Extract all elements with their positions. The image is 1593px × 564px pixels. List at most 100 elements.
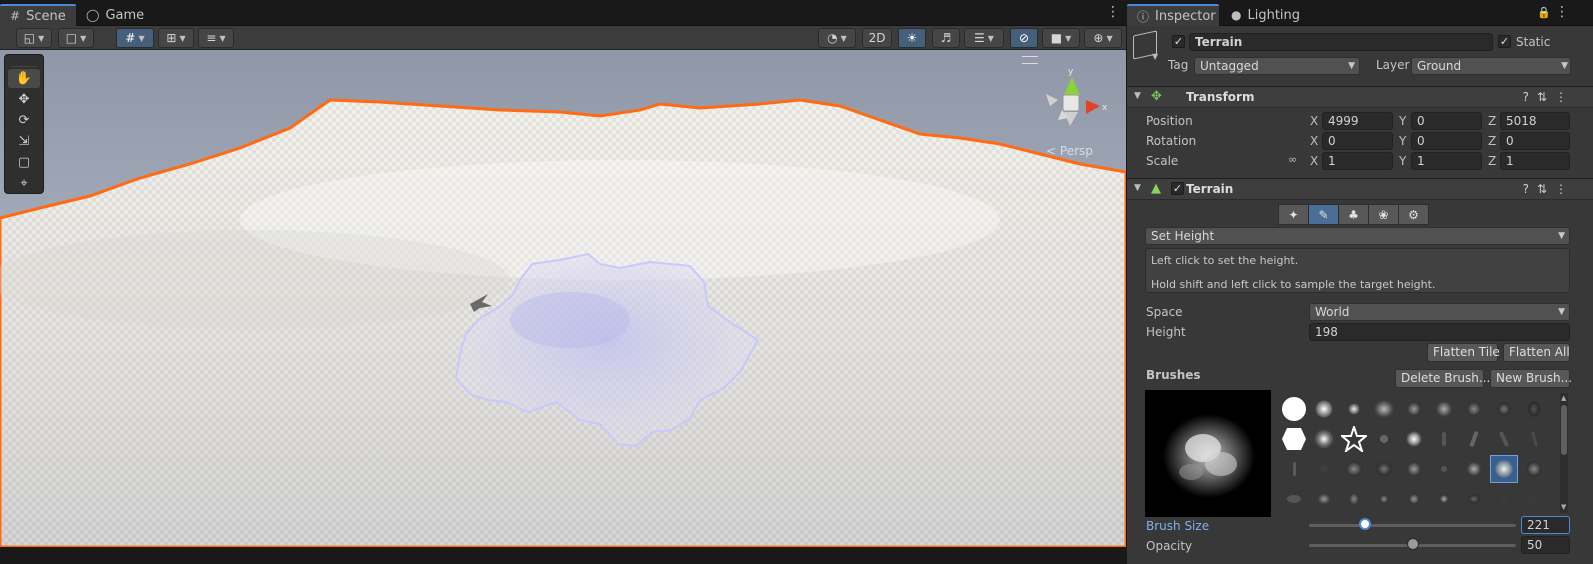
brush-dot-icon[interactable] xyxy=(1370,425,1398,453)
grid-visibility-dropdown[interactable]: ≡ ▼ xyxy=(198,28,234,48)
scale-y-field[interactable]: 1 xyxy=(1411,152,1482,170)
brush-faint-icon[interactable] xyxy=(1310,455,1338,483)
active-checkbox[interactable]: ✓ xyxy=(1172,35,1185,48)
brush-selected-cloud-icon[interactable] xyxy=(1490,455,1518,483)
rotation-x-field[interactable]: 0 xyxy=(1322,132,1393,150)
preset-icon[interactable]: ⇅ xyxy=(1537,90,1547,104)
object-name-field[interactable]: Terrain xyxy=(1189,33,1493,51)
transform-tool-icon[interactable]: ⌖ xyxy=(8,174,40,193)
position-y-field[interactable]: 0 xyxy=(1411,112,1482,130)
scale-x-field[interactable]: 1 xyxy=(1322,152,1393,170)
component-menu-icon[interactable]: ⋮ xyxy=(1555,182,1567,196)
paint-details-icon[interactable]: ❀ xyxy=(1368,204,1399,225)
inspector-more-menu-icon[interactable]: ⋮ xyxy=(1555,5,1569,19)
mode-2d-toggle[interactable]: 2D xyxy=(862,28,892,48)
height-field[interactable]: 198 xyxy=(1309,323,1570,341)
paint-trees-icon[interactable]: ♣ xyxy=(1338,204,1369,225)
rotate-tool-icon[interactable]: ⟳ xyxy=(8,111,40,130)
constrain-proportions-icon[interactable]: ∞ xyxy=(1288,153,1297,166)
brush-line-icon[interactable] xyxy=(1520,425,1548,453)
static-checkbox[interactable]: ✓ xyxy=(1498,35,1511,48)
scrollbar-thumb[interactable] xyxy=(1561,405,1567,455)
brush-cloud-icon[interactable] xyxy=(1370,395,1398,423)
brush-size-field[interactable]: 221 xyxy=(1521,516,1570,534)
brush-chip-icon[interactable] xyxy=(1430,485,1458,513)
new-brush-button[interactable]: New Brush... xyxy=(1490,369,1572,388)
layer-dropdown[interactable]: Ground ▼ xyxy=(1411,57,1571,75)
scene-viewport[interactable]: y x xyxy=(0,50,1126,547)
brush-swirl-icon[interactable] xyxy=(1280,485,1308,513)
shading-mode-dropdown[interactable]: ◔ ▼ xyxy=(818,28,856,48)
gizmos-dropdown[interactable]: ⊕ ▼ xyxy=(1084,28,1122,48)
scroll-up-icon[interactable]: ▲ xyxy=(1561,394,1566,402)
brush-patch-icon[interactable] xyxy=(1400,455,1428,483)
brush-spray-icon[interactable] xyxy=(1400,485,1428,513)
flatten-all-button[interactable]: Flatten All xyxy=(1503,343,1570,362)
grid-snapping-toggle[interactable]: # ▼ xyxy=(116,28,154,48)
position-z-field[interactable]: 5018 xyxy=(1500,112,1570,130)
space-dropdown[interactable]: World ▼ xyxy=(1309,303,1570,321)
flatten-tile-button[interactable]: Flatten Tile xyxy=(1427,343,1500,362)
brush-glow-icon[interactable] xyxy=(1400,425,1428,453)
scene-more-menu-icon[interactable]: ⋮ xyxy=(1106,5,1120,19)
position-x-field[interactable]: 4999 xyxy=(1322,112,1393,130)
scroll-down-icon[interactable]: ▼ xyxy=(1561,503,1566,511)
tab-scene[interactable]: # Scene xyxy=(0,4,76,26)
opacity-field[interactable]: 50 xyxy=(1521,536,1570,554)
brush-noise-icon[interactable] xyxy=(1400,395,1428,423)
help-icon[interactable]: ? xyxy=(1523,90,1529,104)
audio-toggle[interactable]: ♬ xyxy=(932,28,960,48)
fold-arrow-icon[interactable]: ▼ xyxy=(1134,183,1141,193)
effects-dropdown[interactable]: ☰ ▼ xyxy=(964,28,1004,48)
brush-rock-icon[interactable] xyxy=(1340,455,1368,483)
brush-soft-circle-icon[interactable] xyxy=(1310,395,1338,423)
lighting-toggle[interactable]: ☀ xyxy=(898,28,926,48)
brush-drop-icon[interactable] xyxy=(1370,485,1398,513)
brush-grunge-icon[interactable] xyxy=(1370,455,1398,483)
palette-grip[interactable] xyxy=(11,57,37,67)
create-neighbor-icon[interactable]: ✦ xyxy=(1278,204,1309,225)
terrain-header[interactable]: ▼ ▲ ✓ Terrain ? ⇅ ⋮ xyxy=(1127,178,1593,200)
brush-splat-icon[interactable] xyxy=(1430,395,1458,423)
brush-streak-icon[interactable] xyxy=(1520,395,1548,423)
brush-hexagon-icon[interactable] xyxy=(1280,425,1308,453)
rotation-z-field[interactable]: 0 xyxy=(1500,132,1570,150)
brush-mottle-icon[interactable] xyxy=(1460,455,1488,483)
help-icon[interactable]: ? xyxy=(1523,182,1529,196)
brush-size-slider-knob[interactable] xyxy=(1358,518,1371,530)
brush-star-outline-icon[interactable] xyxy=(1340,425,1368,453)
draw-mode-dropdown[interactable]: ◱ ▼ xyxy=(16,28,52,48)
terrain-tool-mode-dropdown[interactable]: Set Height ▼ xyxy=(1145,227,1570,245)
brush-twig-icon[interactable] xyxy=(1490,425,1518,453)
rect-tool-icon[interactable]: ▢ xyxy=(8,153,40,172)
transform-header[interactable]: ▼ ✥ Transform ? ⇅ ⋮ xyxy=(1127,86,1593,108)
brush-speck-icon[interactable] xyxy=(1430,455,1458,483)
tab-lighting[interactable]: ● Lighting xyxy=(1221,4,1311,26)
brush-grid-scrollbar[interactable] xyxy=(1560,393,1568,513)
brush-clump-icon[interactable] xyxy=(1340,485,1368,513)
brush-thin-icon[interactable] xyxy=(1430,425,1458,453)
rotation-y-field[interactable]: 0 xyxy=(1411,132,1482,150)
tag-dropdown[interactable]: Untagged ▼ xyxy=(1194,57,1360,75)
fold-arrow-icon[interactable]: ▼ xyxy=(1134,91,1141,101)
terrain-settings-icon[interactable]: ⚙ xyxy=(1398,204,1429,225)
paint-terrain-icon[interactable]: ✎ xyxy=(1308,204,1339,225)
brush-crack-icon[interactable] xyxy=(1490,395,1518,423)
brush-smudge-icon[interactable] xyxy=(1520,455,1548,483)
component-menu-icon[interactable]: ⋮ xyxy=(1555,90,1567,104)
opacity-slider-knob[interactable] xyxy=(1406,538,1419,550)
move-tool-icon[interactable]: ✥ xyxy=(8,90,40,109)
camera-settings-dropdown[interactable]: ■ ▼ xyxy=(1042,28,1080,48)
brush-burst-icon[interactable] xyxy=(1310,485,1338,513)
hidden-objects-toggle[interactable]: ⊘ xyxy=(1010,28,1038,48)
increment-snap-dropdown[interactable]: ⊞ ▼ xyxy=(158,28,194,48)
brush-hard-circle-icon[interactable] xyxy=(1280,395,1308,423)
brush-fleck-icon[interactable] xyxy=(1280,455,1308,483)
hand-tool-icon[interactable]: ✋ xyxy=(8,69,40,88)
scale-tool-icon[interactable]: ⇲ xyxy=(8,132,40,151)
view-options-dropdown[interactable]: □ ▼ xyxy=(58,28,94,48)
terrain-enabled-checkbox[interactable]: ✓ xyxy=(1171,182,1184,195)
tab-game[interactable]: ◯ Game xyxy=(76,4,148,26)
brush-faded-icon[interactable] xyxy=(1490,485,1518,513)
brush-blotch-icon[interactable] xyxy=(1460,485,1488,513)
